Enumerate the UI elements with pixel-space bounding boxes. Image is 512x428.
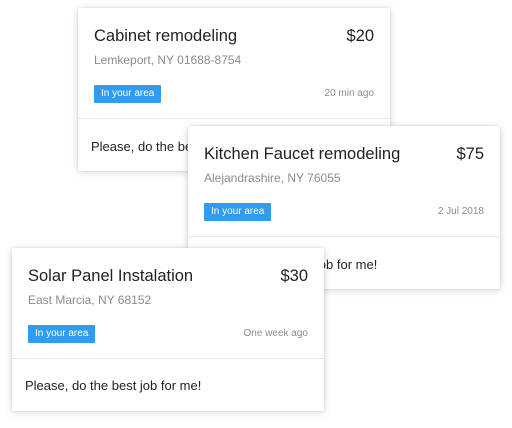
job-location: Lemkeport, NY 01688-8754 (94, 53, 242, 67)
job-title: Solar Panel Instalation (28, 267, 194, 285)
posted-time: One week ago (243, 328, 309, 339)
area-badge: In your area (28, 325, 96, 343)
area-badge: In your area (94, 85, 162, 103)
job-title: Kitchen Faucet remodeling (204, 145, 401, 163)
job-message: Please, do the best job for me! (25, 378, 202, 393)
job-price: $30 (280, 267, 308, 285)
job-price: $20 (346, 27, 374, 45)
job-card-header: Kitchen Faucet remodeling $75 Alejandras… (188, 126, 500, 237)
job-card-header: Cabinet remodeling $20 Lemkeport, NY 016… (78, 8, 390, 119)
job-cards-stack: Cabinet remodeling $20 Lemkeport, NY 016… (0, 0, 512, 428)
job-location: East Marcia, NY 68152 (28, 293, 152, 307)
job-card-header: Solar Panel Instalation $30 East Marcia,… (12, 248, 324, 359)
posted-time: 2 Jul 2018 (437, 206, 484, 217)
area-badge: In your area (204, 203, 272, 221)
job-card[interactable]: Solar Panel Instalation $30 East Marcia,… (12, 248, 324, 411)
job-location: Alejandrashire, NY 76055 (204, 171, 341, 185)
posted-time: 20 min ago (324, 88, 374, 99)
job-title: Cabinet remodeling (94, 27, 238, 45)
job-price: $75 (456, 145, 484, 163)
